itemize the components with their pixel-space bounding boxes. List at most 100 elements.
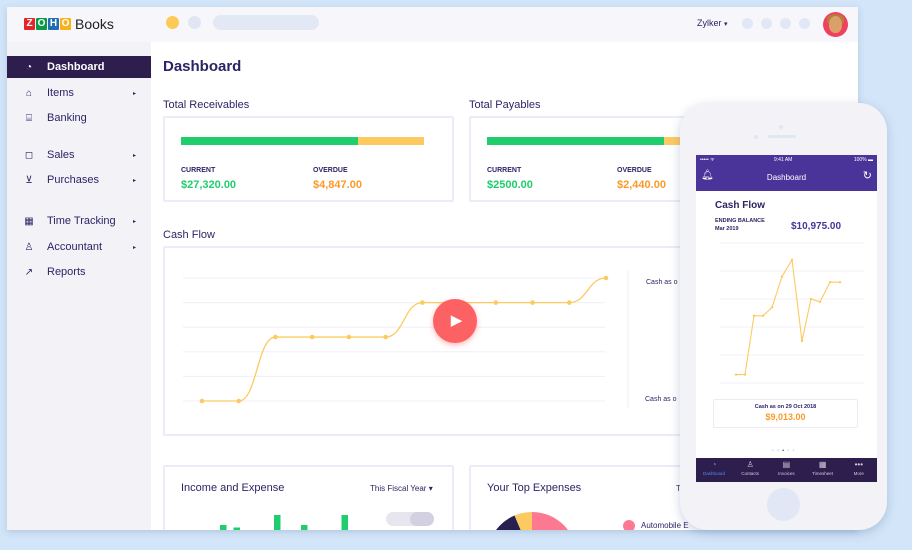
fiscal-year-dropdown[interactable]: This Fiscal Year ▾ [370, 484, 433, 493]
logo-letter: O [60, 18, 71, 30]
sidebar-item-label: Purchases [47, 174, 99, 186]
topbar-action-icon[interactable] [742, 18, 753, 29]
overdue-value: $2,440.00 [617, 179, 666, 191]
top-bar: Z O H O Books Zylker ▾ [7, 7, 858, 42]
phone-sensor [754, 135, 758, 139]
invoices-icon: ▤ [782, 460, 791, 469]
phone-speaker [768, 135, 796, 138]
topbar-action-icon[interactable] [799, 18, 810, 29]
cash-as-on-label: Cash as on 29 Oct 2018 [754, 404, 817, 410]
legend-label: Automobile E [641, 521, 689, 530]
overdue-label: OVERDUE [617, 167, 652, 174]
sidebar-item-label: Accountant [47, 241, 103, 253]
data-point [530, 300, 535, 305]
data-point [309, 334, 315, 340]
phone-time: 9:41 AM [774, 157, 793, 163]
phone-screen: ••••• ᯤ 9:41 AM 100% ▬ 🔔︎ Dashboard ↻ Ca… [696, 155, 877, 482]
income-expense-chart [220, 515, 348, 530]
data-point [603, 275, 609, 281]
cash-as-on-label-top: Cash as o [646, 279, 678, 286]
phone-cash-flow-title: Cash Flow [715, 200, 766, 211]
sidebar-item-label: Items [47, 87, 74, 99]
sidebar-item-items[interactable]: ⌂ Items ▸ [7, 82, 151, 104]
sidebar-item-dashboard[interactable]: ◔ Dashboard [7, 56, 151, 78]
cart-icon: ⊻ [25, 174, 33, 186]
cash-flow-title: Cash Flow [163, 229, 215, 241]
receivables-card[interactable]: CURRENT $27,320.00 OVERDUE $4,847.00 [163, 116, 454, 202]
phone-tab-contacts[interactable]: ♙ Contacts [732, 460, 768, 478]
avatar[interactable] [823, 12, 848, 37]
contacts-icon: ♙ [746, 460, 754, 469]
page-title: Dashboard [163, 58, 242, 75]
data-point [199, 398, 205, 404]
cash-as-on-box: Cash as on 29 Oct 2018 $9,013.00 [713, 399, 858, 428]
phone-tab-timesheet[interactable]: ▦ Timesheet [805, 460, 841, 478]
page-indicator[interactable]: • • • • • [772, 448, 795, 454]
receivables-title: Total Receivables [163, 99, 250, 111]
org-switcher[interactable]: Zylker ▾ [697, 18, 728, 28]
phone-tab-label: Contacts [741, 471, 760, 476]
dashboard-icon: ◔ [711, 460, 717, 469]
sidebar-item-sales[interactable]: ◻ Sales ▸ [7, 144, 151, 166]
ending-balance-label: ENDING BALANCE [715, 218, 765, 224]
logo-letter: H [48, 18, 59, 30]
data-point [770, 306, 774, 309]
more-icon: ••• [854, 460, 863, 469]
logo-letter: O [36, 18, 47, 30]
chevron-right-icon: ▸ [133, 177, 137, 184]
current-value: $27,320.00 [181, 179, 237, 191]
income-bar [233, 527, 240, 530]
search-input[interactable] [213, 15, 319, 30]
current-value: $2500.00 [487, 179, 533, 191]
data-point [809, 297, 813, 301]
topbar-action-icon[interactable] [780, 18, 791, 29]
pie-slice [532, 512, 568, 530]
top-expenses-pie [496, 512, 568, 530]
payables-current-bar [487, 137, 664, 145]
chevron-right-icon: ▸ [133, 244, 137, 251]
sidebar-item-accountant[interactable]: ♙ Accountant ▸ [7, 236, 151, 258]
income-bar [341, 515, 348, 530]
phone-tab-label: Dashboard [702, 471, 725, 476]
data-point [734, 373, 738, 376]
data-point [790, 258, 794, 261]
data-point [800, 339, 804, 343]
dashboard-icon: ◔ [25, 61, 33, 73]
phone-tab-bar: ◔ Dashboard ♙ Contacts ▤ Invoices ▦ Timesheet ••… [696, 458, 877, 482]
phone-header: ••••• ᯤ 9:41 AM 100% ▬ 🔔︎ Dashboard ↻ [696, 155, 877, 191]
sidebar-item-label: Dashboard [47, 61, 105, 73]
income-expense-title: Income and Expense [181, 482, 285, 494]
sidebar-item-label: Time Tracking [47, 215, 116, 227]
data-point [273, 334, 278, 340]
phone-tab-dashboard[interactable]: ◔ Dashboard [696, 460, 732, 478]
receivables-current-bar [181, 137, 358, 145]
phone-tab-invoices[interactable]: ▤ Invoices [768, 460, 804, 478]
home-button[interactable] [767, 488, 800, 521]
topbar-action-icon[interactable] [761, 18, 772, 29]
top-expenses-title: Your Top Expenses [487, 482, 582, 494]
phone-mockup: ••••• ᯤ 9:41 AM 100% ▬ 🔔︎ Dashboard ↻ Ca… [680, 103, 887, 530]
phone-tab-more[interactable]: ••• More [841, 460, 877, 478]
ending-balance-value: $10,975.00 [791, 221, 842, 232]
play-icon: ▶ [450, 312, 463, 329]
phone-title: Dashboard [766, 173, 807, 182]
sidebar-item-label: Banking [47, 112, 87, 124]
current-label: CURRENT [181, 167, 216, 174]
legend-swatch [623, 520, 635, 530]
sidebar-item-banking[interactable]: ⌸ Banking [7, 107, 151, 129]
payables-title: Total Payables [469, 99, 541, 111]
play-video-button[interactable]: ▶ [433, 299, 477, 343]
avatar-face [829, 16, 842, 33]
sidebar-item-purchases[interactable]: ⊻ Purchases ▸ [7, 169, 151, 191]
ending-balance-period: Mar 2019 [715, 226, 739, 232]
zoho-books-logo[interactable]: Z O H O Books [24, 16, 114, 32]
data-point [780, 275, 784, 278]
phone-tab-label: Timesheet [812, 471, 834, 476]
sidebar-item-time-tracking[interactable]: ▦ Time Tracking ▸ [7, 210, 151, 232]
income-bar [274, 515, 281, 530]
data-point [743, 373, 747, 376]
sidebar-item-reports[interactable]: ↗ Reports [7, 261, 151, 283]
refresh-icon[interactable]: ↻ [863, 169, 872, 182]
data-point [566, 300, 572, 305]
view-toggle[interactable] [386, 512, 434, 526]
